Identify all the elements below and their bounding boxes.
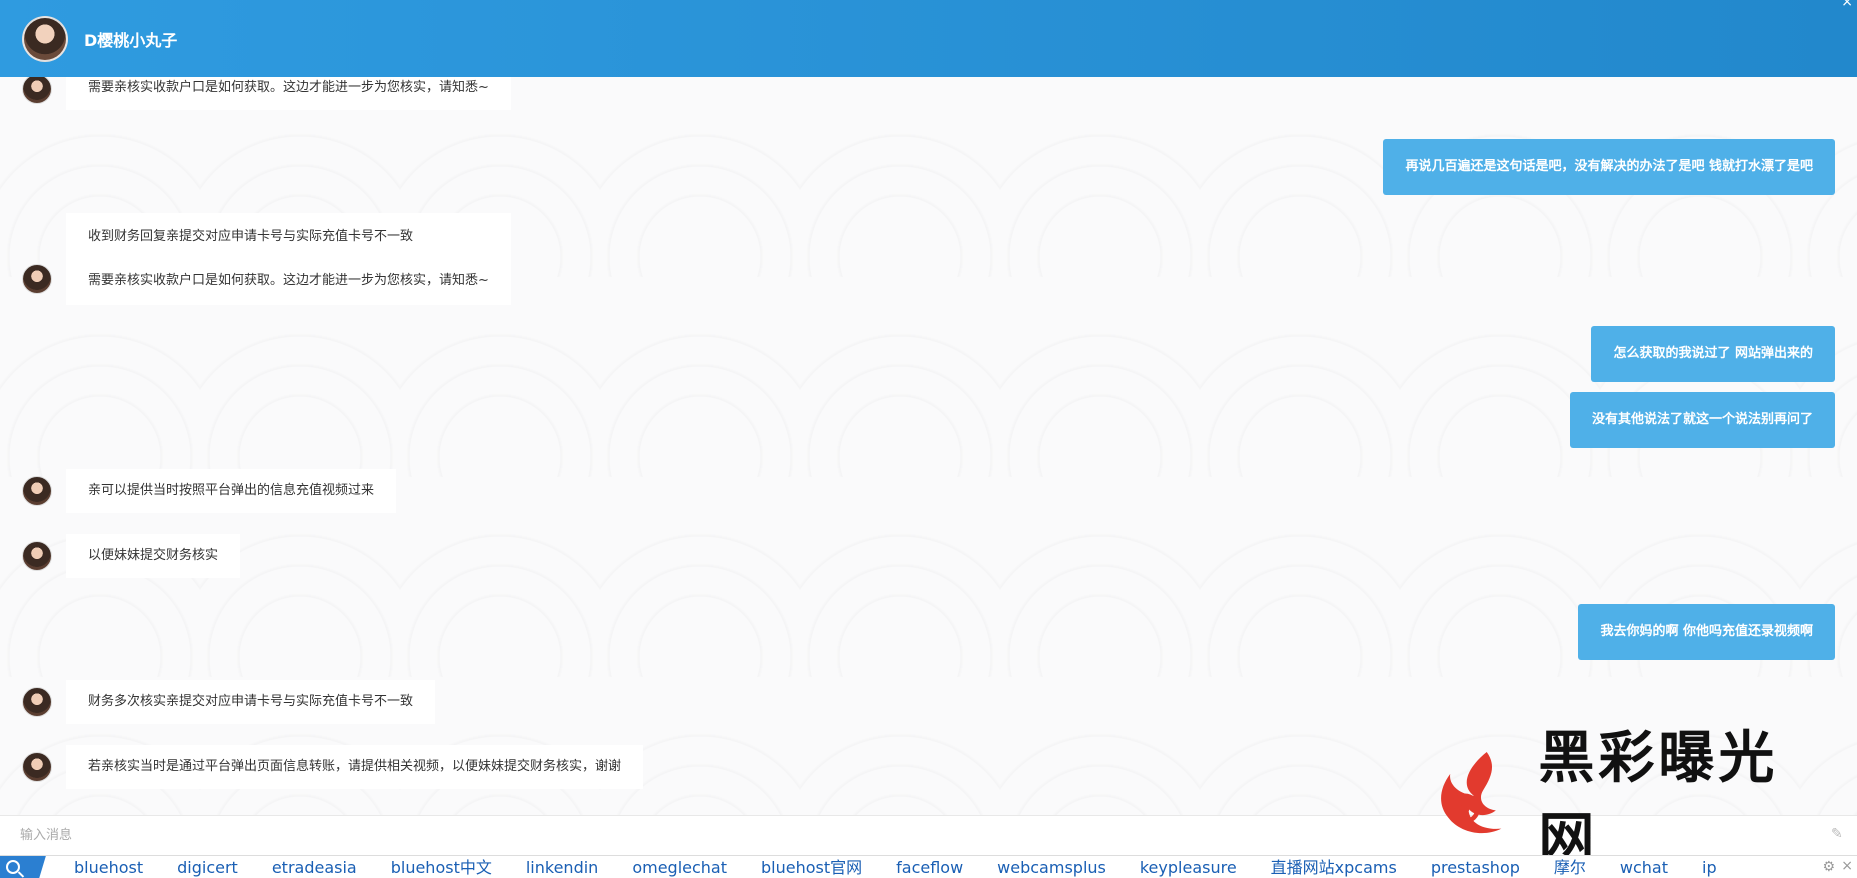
gear-icon[interactable]: ⚙ bbox=[1822, 859, 1835, 875]
link-item[interactable]: webcamsplus bbox=[997, 856, 1106, 878]
message-text: 需要亲核实收款户口是如何获取。这边才能进一步为您核实，请知悉~ bbox=[88, 80, 489, 95]
link-item[interactable]: etradeasia bbox=[272, 856, 357, 878]
message-bubble: 财务多次核实亲提交对应申请卡号与实际充值卡号不一致 bbox=[66, 680, 436, 724]
link-item[interactable]: 直播网站xpcams bbox=[1271, 856, 1397, 878]
link-item[interactable]: faceflow bbox=[896, 856, 963, 878]
flame-logo-icon bbox=[1441, 752, 1502, 834]
agent-avatar bbox=[22, 264, 52, 294]
bottom-link-bar: bluehost digicert etradeasia bluehost中文 … bbox=[0, 855, 1857, 878]
link-item[interactable]: bluehost官网 bbox=[761, 856, 862, 878]
agent-avatar bbox=[22, 77, 52, 104]
pen-icon[interactable]: ✎ bbox=[1831, 826, 1849, 844]
link-item[interactable]: keypleasure bbox=[1140, 856, 1237, 878]
agent-avatar bbox=[22, 752, 52, 782]
message-bubble: 亲可以提供当时按照平台弹出的信息充值视频过来 bbox=[66, 469, 397, 513]
message-outgoing: 我去你妈的啊 你他吗充值还录视频啊 bbox=[1578, 604, 1835, 660]
link-list: bluehost digicert etradeasia bluehost中文 … bbox=[74, 856, 1751, 878]
link-item[interactable]: wchat bbox=[1620, 856, 1668, 878]
chat-header: D樱桃小丸子 × bbox=[0, 0, 1857, 77]
link-item[interactable]: ip bbox=[1702, 856, 1717, 878]
message-list[interactable]: 需要亲核实收款户口是如何获取。这边才能进一步为您核实，请知悉~ 再说几百遍还是这… bbox=[0, 77, 1857, 815]
message-text: 以便妹妹提交财务核实 bbox=[88, 548, 219, 563]
message-incoming: 若亲核实当时是通过平台弹出页面信息转账，请提供相关视频，以便妹妹提交财务核实，谢… bbox=[22, 745, 644, 789]
message-text: 财务多次核实亲提交对应申请卡号与实际充值卡号不一致 bbox=[88, 694, 414, 709]
search-button[interactable] bbox=[0, 856, 46, 878]
watermark-logo: 黑彩曝光网 bbox=[1432, 726, 1812, 872]
contact-avatar bbox=[22, 15, 68, 62]
contact-name: D樱桃小丸子 bbox=[84, 30, 178, 50]
watermark-text: 黑彩曝光网 bbox=[1538, 726, 1779, 872]
search-icon bbox=[6, 860, 20, 874]
message-bubble: 收到财务回复亲提交对应申请卡号与实际充值卡号不一致 需要亲核实收款户口是如何获取… bbox=[66, 213, 511, 305]
close-icon[interactable]: × bbox=[1841, 0, 1853, 10]
message-text: 收到财务回复亲提交对应申请卡号与实际充值卡号不一致 bbox=[88, 229, 414, 244]
message-incoming: 亲可以提供当时按照平台弹出的信息充值视频过来 bbox=[22, 469, 397, 513]
link-item[interactable]: omeglechat bbox=[632, 856, 727, 878]
message-outgoing: 怎么获取的我说过了 网站弹出来的 bbox=[1591, 326, 1835, 382]
link-item[interactable]: digicert bbox=[177, 856, 238, 878]
link-item[interactable]: linkendin bbox=[526, 856, 598, 878]
agent-avatar bbox=[22, 476, 52, 506]
link-item[interactable]: bluehost中文 bbox=[391, 856, 492, 878]
link-item[interactable]: bluehost bbox=[74, 856, 143, 878]
message-incoming: 收到财务回复亲提交对应申请卡号与实际充值卡号不一致 需要亲核实收款户口是如何获取… bbox=[22, 213, 511, 305]
message-incoming: 以便妹妹提交财务核实 bbox=[22, 534, 241, 578]
message-text: 需要亲核实收款户口是如何获取。这边才能进一步为您核实，请知悉~ bbox=[88, 273, 489, 288]
message-text: 亲可以提供当时按照平台弹出的信息充值视频过来 bbox=[88, 483, 375, 498]
message-incoming: 需要亲核实收款户口是如何获取。这边才能进一步为您核实，请知悉~ bbox=[22, 77, 511, 110]
agent-avatar bbox=[22, 687, 52, 717]
message-incoming: 财务多次核实亲提交对应申请卡号与实际充值卡号不一致 bbox=[22, 680, 436, 724]
message-text: 若亲核实当时是通过平台弹出页面信息转账，请提供相关视频，以便妹妹提交财务核实，谢… bbox=[88, 759, 622, 774]
message-bubble: 若亲核实当时是通过平台弹出页面信息转账，请提供相关视频，以便妹妹提交财务核实，谢… bbox=[66, 745, 644, 789]
message-bubble: 以便妹妹提交财务核实 bbox=[66, 534, 241, 578]
link-item[interactable]: prestashop bbox=[1431, 856, 1520, 878]
message-outgoing: 再说几百遍还是这句话是吧，没有解决的办法了是吧 钱就打水漂了是吧 bbox=[1383, 139, 1835, 195]
agent-avatar bbox=[22, 541, 52, 571]
close-icon[interactable]: × bbox=[1841, 858, 1853, 874]
link-item[interactable]: 摩尔 bbox=[1554, 856, 1586, 878]
message-outgoing: 没有其他说法了就这一个说法别再问了 bbox=[1569, 392, 1835, 448]
message-bubble: 需要亲核实收款户口是如何获取。这边才能进一步为您核实，请知悉~ bbox=[66, 77, 511, 110]
